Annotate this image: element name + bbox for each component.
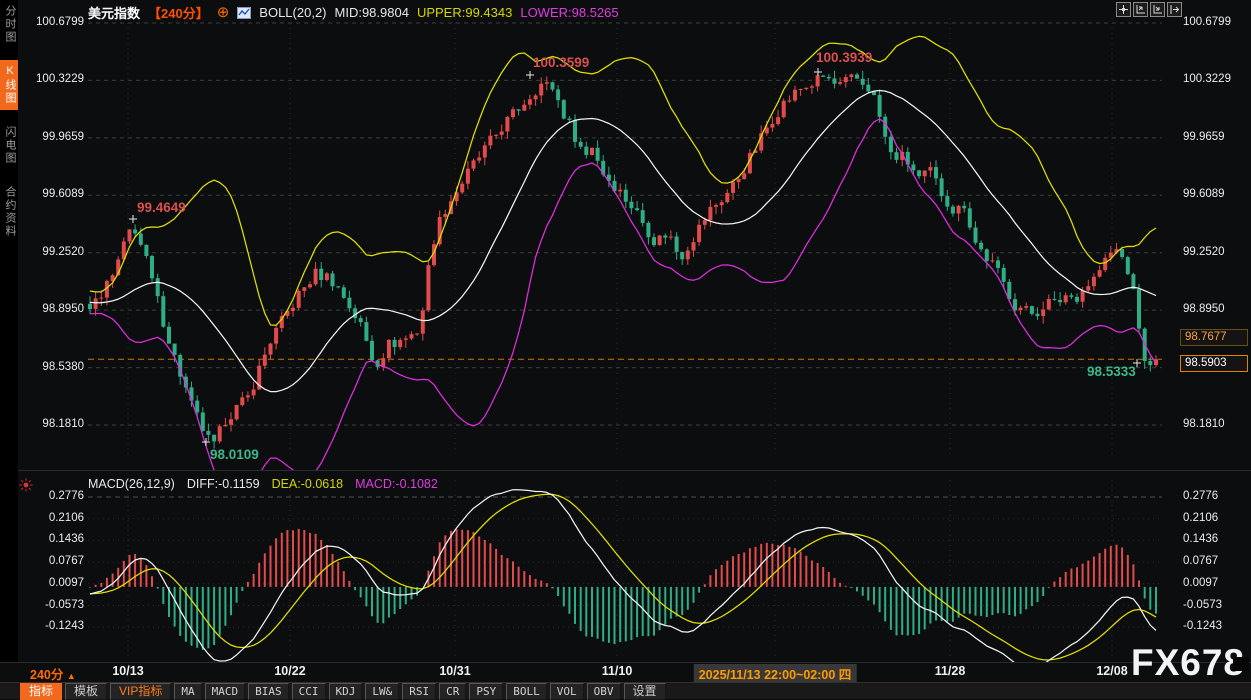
toolbar-tab-0[interactable]: 指标 [20, 683, 62, 700]
toolbar-tab-12[interactable]: BOLL [506, 683, 547, 700]
toolbar-tab-15[interactable]: 设置 [624, 683, 666, 700]
price-annotation: 100.3939 [816, 50, 872, 65]
macd-value: MACD:-0.1082 [355, 477, 438, 491]
xaxis-tick: 10/31 [439, 664, 470, 678]
toolbar-tab-5[interactable]: BIAS [248, 683, 289, 700]
price-axis-label: 99.6089 [42, 188, 84, 201]
macd-title: MACD(26,12,9) [88, 477, 175, 491]
chart-header: 美元指数 【240分】 ⊕ BOLL(20,2) MID:98.9804 UPP… [88, 3, 619, 22]
price-axis-label: 98.8950 [42, 303, 84, 316]
symbol-name: 美元指数 [88, 3, 140, 22]
price-annotation: 98.0109 [210, 447, 259, 462]
toolbar-tab-11[interactable]: PSY [469, 683, 503, 700]
macd-axis-label: 0.0767 [1183, 555, 1218, 568]
price-axis-label: 100.6799 [36, 16, 84, 29]
price-axis-label: 100.6799 [1183, 16, 1231, 29]
pan-right-icon[interactable] [1167, 2, 1182, 17]
price-axis-label: 98.5380 [42, 361, 84, 374]
toolbar-tab-1[interactable]: 模板 [65, 683, 107, 700]
price-axis-left: 100.6799 100.3229 99.9659 99.6089 99.2520 98.… [20, 0, 84, 662]
xaxis-row: 240分 ▲ 10/13 10/22 10/31 11/10 2025/11/13 22… [0, 663, 1251, 681]
xaxis-tick-current: 2025/11/13 22:00~02:00 四 [694, 664, 857, 683]
xaxis-tick: 11/28 [935, 664, 966, 678]
toolbar-tab-4[interactable]: MACD [205, 683, 246, 700]
macd-diff-value: DIFF:-0.1159 [187, 477, 260, 491]
price-axis-label: 100.3229 [1183, 73, 1231, 86]
boll-mid-value: MID:98.9804 [335, 5, 409, 20]
candlestick-chart[interactable] [0, 0, 1251, 470]
boll-label: BOLL(20,2) [259, 5, 326, 20]
macd-axis-label: 0.0097 [1183, 577, 1218, 590]
toolbar-tab-9[interactable]: RSI [402, 683, 436, 700]
alert-icon [19, 478, 33, 497]
xaxis-tick: 12/08 [1096, 664, 1127, 678]
macd-chart[interactable] [0, 470, 1251, 662]
macd-axis-label: -0.1243 [1183, 620, 1222, 633]
watermark-box [1233, 657, 1249, 671]
price-tag-current: 98.5903 [1180, 355, 1248, 372]
compress-scale-icon[interactable] [1133, 2, 1148, 17]
chart-type-icon[interactable] [237, 7, 251, 19]
toolbar-tab-13[interactable]: VOL [550, 683, 584, 700]
macd-axis-label: 0.0097 [49, 577, 84, 590]
macd-axis-label: 0.1436 [1183, 533, 1218, 546]
trading-app: 分时图 K线图闪电图合约资料 美元指数 【240分】 ⊕ BOLL(20,2) M… [0, 0, 1251, 699]
macd-axis-label: 0.2776 [49, 490, 84, 503]
timeframe-label: 240分 [30, 668, 63, 682]
macd-axis-label: 0.2106 [1183, 512, 1218, 525]
toolbar-tab-7[interactable]: KDJ [329, 683, 363, 700]
macd-header: MACD(26,12,9) DIFF:-0.1159 DEA:-0.0618 M… [88, 477, 438, 491]
macd-axis-label: 0.2776 [1183, 490, 1218, 503]
boll-upper-value: UPPER:99.4343 [417, 5, 512, 20]
toolbar-tab-3[interactable]: MA [174, 683, 201, 700]
timeframe-badge: 【240分】 [148, 3, 209, 22]
price-axis-label: 98.8950 [1183, 303, 1225, 316]
toolbar-tab-8[interactable]: LW& [365, 683, 399, 700]
price-axis-label: 99.9659 [1183, 131, 1225, 144]
macd-dea-value: DEA:-0.0618 [272, 477, 344, 491]
price-annotation: 100.3599 [533, 55, 589, 70]
price-axis-label: 99.2520 [42, 246, 84, 259]
toolbar-tab-10[interactable]: CR [439, 683, 466, 700]
macd-axis-label: -0.0573 [1183, 599, 1222, 612]
xaxis-tick: 10/13 [112, 664, 143, 678]
panel-divider [0, 470, 1251, 471]
xaxis-tick: 10/22 [274, 664, 305, 678]
price-axis-label: 99.2520 [1183, 246, 1225, 259]
chevron-up-icon: ▲ [67, 671, 76, 681]
price-axis-label: 99.9659 [42, 131, 84, 144]
add-indicator-icon[interactable]: ⊕ [217, 7, 230, 19]
macd-axis-label: -0.0573 [45, 599, 84, 612]
sidebar-item-0[interactable]: 分时图 [0, 0, 18, 49]
macd-axis-label: 0.2106 [49, 512, 84, 525]
sidebar-item-3[interactable]: 合约资料 [0, 181, 18, 243]
price-axis-label: 98.1810 [42, 418, 84, 431]
toolbar-tab-2[interactable]: VIP指标 [110, 683, 171, 700]
watermark: FX678 [1131, 644, 1245, 682]
price-axis-label: 98.1810 [1183, 418, 1225, 431]
expand-scale-icon[interactable] [1150, 2, 1165, 17]
price-annotation: 98.5333 [1087, 364, 1136, 379]
macd-axis-label: -0.1243 [45, 620, 84, 633]
toolbar-tab-6[interactable]: CCI [292, 683, 326, 700]
chart-control-icons [1116, 2, 1182, 17]
sidebar-item-2[interactable]: 闪电图 [0, 121, 18, 170]
xaxis-tick: 11/10 [602, 664, 633, 678]
sidebar: 分时图 K线图闪电图合约资料 [0, 0, 18, 662]
boll-lower-value: LOWER:98.5265 [520, 5, 618, 20]
sidebar-item-1[interactable]: K线图 [0, 60, 18, 110]
timeframe-selector[interactable]: 240分 ▲ [30, 664, 76, 683]
price-axis-label: 99.6089 [1183, 188, 1225, 201]
price-axis-label: 100.3229 [36, 73, 84, 86]
macd-axis-label: 0.0767 [49, 555, 84, 568]
macd-axis-label: 0.1436 [49, 533, 84, 546]
price-annotation: 99.4649 [137, 200, 186, 215]
price-tag-previous: 98.7677 [1180, 329, 1248, 346]
bottom-toolbar: 指标模板VIP指标MAMACDBIASCCIKDJLW&RSICRPSYBOLL… [0, 682, 1251, 699]
toolbar-tab-14[interactable]: OBV [587, 683, 621, 700]
crosshair-icon[interactable] [1116, 2, 1131, 17]
